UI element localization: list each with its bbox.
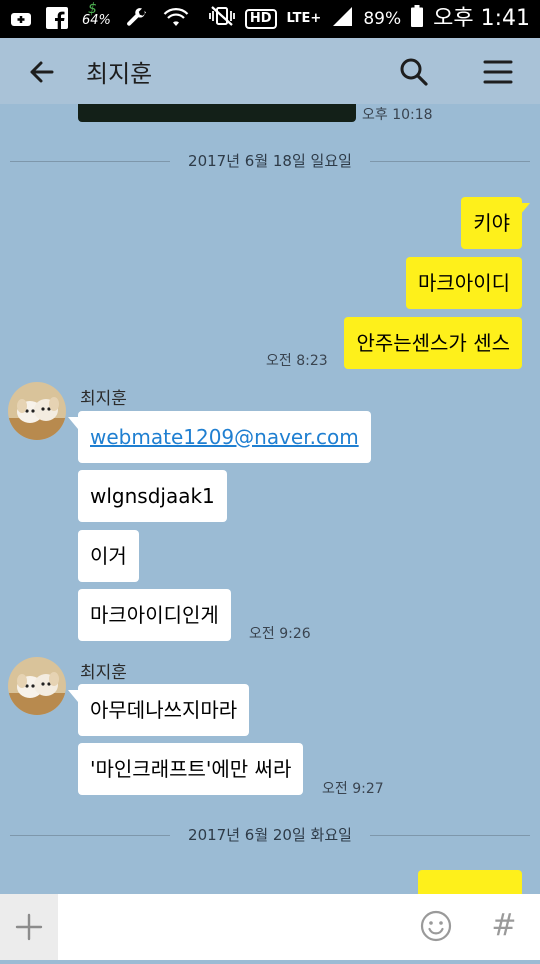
chat-header: 최지훈 <box>0 38 540 104</box>
message-time: 오전 8:23 <box>266 353 328 369</box>
message-input-bar: # <box>0 894 540 960</box>
sender-name: 최지훈 <box>80 663 127 683</box>
date-separator: 2017년 6월 20일 화요일 <box>10 824 530 848</box>
my-message-bubble-partial[interactable] <box>418 870 522 894</box>
bubble-tail <box>520 203 530 215</box>
their-message-bubble[interactable]: webmate1209@naver.com <box>78 411 371 463</box>
mute-vibrate-icon <box>208 5 235 33</box>
message-time: 오전 9:26 <box>249 626 311 642</box>
their-message-bubble[interactable]: '마인크래프트'에만 써라 <box>78 743 304 795</box>
facebook-icon <box>46 7 68 35</box>
wifi-signal-icon: $ 64% <box>82 1 111 28</box>
sender-name: 최지훈 <box>80 389 127 409</box>
my-message-bubble[interactable]: 키야 <box>461 197 522 249</box>
back-arrow-icon <box>30 61 54 83</box>
hd-voice-badge: HD <box>244 9 277 29</box>
battery-icon <box>411 5 424 33</box>
search-icon <box>400 58 428 86</box>
dog-photo-avatar <box>8 382 66 440</box>
menu-button[interactable] <box>478 52 518 92</box>
their-message-bubble[interactable]: 아무데나쓰지마라 <box>78 684 250 736</box>
battery-percent-label: 89% <box>363 9 402 29</box>
emoticon-button[interactable] <box>418 908 454 944</box>
dog-photo-avatar <box>8 657 66 715</box>
my-message-bubble[interactable]: 안주는센스가 센스 <box>344 317 522 369</box>
email-link[interactable]: webmate1209@naver.com <box>90 425 359 449</box>
profile-avatar[interactable] <box>8 657 66 715</box>
attach-button[interactable] <box>0 894 58 960</box>
chat-title: 최지훈 <box>86 60 153 88</box>
hamburger-menu-icon <box>483 60 513 84</box>
hashtag-search-button[interactable]: # <box>486 906 522 946</box>
bubble-tail <box>68 690 78 702</box>
profile-avatar[interactable] <box>8 382 66 440</box>
chat-area[interactable]: 오후 10:18 2017년 6월 18일 일요일 키야 마크아이디 안주는센스… <box>0 104 540 894</box>
bubble-tail <box>68 417 78 429</box>
their-message-bubble[interactable]: 이거 <box>78 530 139 582</box>
their-message-bubble[interactable]: 마크아이디인게 <box>78 589 231 641</box>
message-time: 오전 9:27 <box>322 781 384 797</box>
message-input[interactable] <box>66 908 400 948</box>
status-bar: $ 64% HD LTE+ 89% 오후 1:41 <box>0 0 540 38</box>
their-message-bubble[interactable]: wlgnsdjaak1 <box>78 470 227 522</box>
clock-label: 오후 1:41 <box>433 6 530 31</box>
plus-icon <box>15 913 43 941</box>
search-button[interactable] <box>394 52 434 92</box>
smiley-icon <box>420 910 452 942</box>
image-message-thumbnail[interactable] <box>78 104 356 122</box>
date-separator: 2017년 6월 18일 일요일 <box>10 150 530 174</box>
message-time: 오후 10:18 <box>362 107 433 123</box>
lte-icon: LTE+ <box>286 11 322 26</box>
wifi-calling-icon <box>163 8 189 34</box>
cell-signal-icon <box>331 5 353 33</box>
back-button[interactable] <box>22 52 62 92</box>
my-message-bubble[interactable]: 마크아이디 <box>406 257 522 309</box>
screen-mirror-icon <box>10 8 32 34</box>
wrench-icon <box>125 6 149 36</box>
